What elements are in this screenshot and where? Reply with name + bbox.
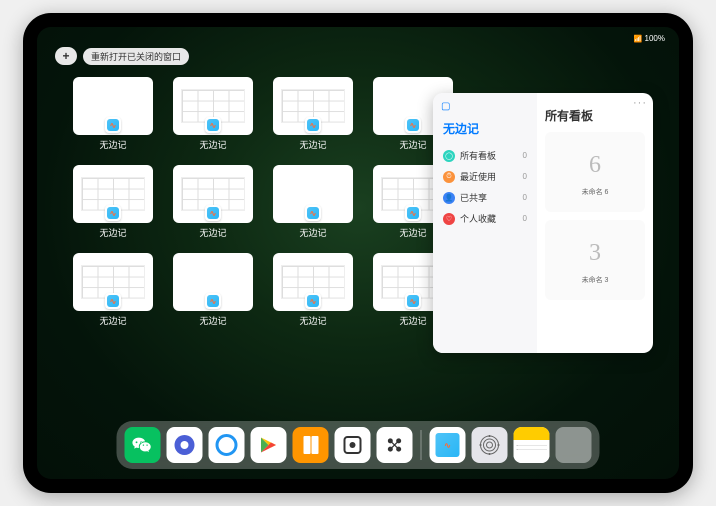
status-bar: 📶 100%	[37, 31, 679, 45]
dock-dots-icon[interactable]	[377, 427, 413, 463]
red-icon: ♡	[443, 213, 455, 225]
freeform-app-icon	[105, 117, 121, 133]
thumb-label: 无边记	[99, 226, 126, 239]
freeform-app-icon	[105, 293, 121, 309]
dock-quark-icon[interactable]	[167, 427, 203, 463]
sidebar-item[interactable]: ◯ 所有看板 0	[441, 145, 529, 166]
thumb-label: 无边记	[399, 226, 426, 239]
thumb-label: 无边记	[399, 138, 426, 151]
orange-icon: ⏱	[443, 171, 455, 183]
freeform-app-icon	[105, 205, 121, 221]
more-icon[interactable]: ···	[633, 97, 647, 109]
window-thumb[interactable]: 无边记	[173, 77, 253, 151]
freeform-app-icon	[305, 117, 321, 133]
thumb-label: 无边记	[99, 314, 126, 327]
sidebar-item-label: 所有看板	[460, 149, 496, 162]
sidebar-item-count: 0	[523, 172, 527, 181]
teal-icon: ◯	[443, 150, 455, 162]
board-name: 未命名 3	[582, 275, 609, 285]
dock	[117, 421, 600, 469]
freeform-main-window[interactable]: ▢ 无边记 ◯ 所有看板 0 ⏱ 最近使用 0 👤 已共享 0 ♡ 个人收藏 0 ··· 所有看板 6…	[433, 93, 653, 353]
thumb-preview	[73, 253, 153, 311]
window-thumb[interactable]: 无边记	[73, 77, 153, 151]
thumb-label: 无边记	[199, 138, 226, 151]
sidebar: ▢ 无边记 ◯ 所有看板 0 ⏱ 最近使用 0 👤 已共享 0 ♡ 个人收藏 0	[433, 93, 537, 353]
dock-separator	[421, 430, 422, 460]
sidebar-item-label: 个人收藏	[460, 212, 496, 225]
thumb-label: 无边记	[199, 314, 226, 327]
dock-play-icon[interactable]	[251, 427, 287, 463]
thumb-preview	[73, 77, 153, 135]
sidebar-item[interactable]: ⏱ 最近使用 0	[441, 166, 529, 187]
screen: 📶 100% + 重新打开已关闭的窗口 无边记无边记无边记无边记无边记无边记无边…	[37, 27, 679, 479]
window-thumb[interactable]: 无边记	[173, 165, 253, 239]
freeform-app-icon	[305, 293, 321, 309]
window-thumb[interactable]: 无边记	[273, 165, 353, 239]
sidebar-item[interactable]: 👤 已共享 0	[441, 187, 529, 208]
dock-freeform-icon[interactable]	[430, 427, 466, 463]
sidebar-item[interactable]: ♡ 个人收藏 0	[441, 208, 529, 229]
reopen-closed-window-button[interactable]: 重新打开已关闭的窗口	[83, 48, 189, 65]
freeform-app-icon	[205, 293, 221, 309]
thumb-preview	[173, 165, 253, 223]
dock-settings-icon[interactable]	[472, 427, 508, 463]
thumb-preview	[173, 77, 253, 135]
sidebar-toggle-icon[interactable]: ▢	[441, 101, 529, 112]
thumb-label: 无边记	[199, 226, 226, 239]
board-sketch: 3	[577, 235, 613, 271]
thumb-label: 无边记	[299, 138, 326, 151]
window-thumb[interactable]: 无边记	[273, 77, 353, 151]
sidebar-title: 无边记	[443, 120, 529, 137]
freeform-app-icon	[205, 117, 221, 133]
sidebar-item-count: 0	[523, 151, 527, 160]
dock-qqbrowser-icon[interactable]	[209, 427, 245, 463]
freeform-app-icon	[405, 117, 421, 133]
thumb-preview	[173, 253, 253, 311]
sidebar-item-label: 已共享	[460, 191, 487, 204]
freeform-app-icon	[405, 293, 421, 309]
board-card[interactable]: 3 未命名 3	[545, 220, 645, 300]
thumb-label: 无边记	[299, 314, 326, 327]
status-battery: 📶 100%	[634, 34, 665, 43]
dock-wechat-icon[interactable]	[125, 427, 161, 463]
window-thumb[interactable]: 无边记	[73, 165, 153, 239]
new-window-button[interactable]: +	[55, 47, 77, 65]
thumb-preview	[273, 165, 353, 223]
dock-app-folder[interactable]	[556, 427, 592, 463]
ipad-frame: 📶 100% + 重新打开已关闭的窗口 无边记无边记无边记无边记无边记无边记无边…	[23, 13, 693, 493]
thumb-preview	[73, 165, 153, 223]
main-title: 所有看板	[545, 107, 645, 124]
thumb-preview	[273, 77, 353, 135]
window-thumb[interactable]: 无边记	[73, 253, 153, 327]
thumb-label: 无边记	[399, 314, 426, 327]
freeform-app-icon	[205, 205, 221, 221]
thumb-label: 无边记	[299, 226, 326, 239]
thumb-preview	[273, 253, 353, 311]
dock-books-icon[interactable]	[293, 427, 329, 463]
dock-camera-obscura-icon[interactable]	[335, 427, 371, 463]
board-card[interactable]: 6 未命名 6	[545, 132, 645, 212]
dock-notes-icon[interactable]	[514, 427, 550, 463]
main-panel: ··· 所有看板 6 未命名 6 3 未命名 3	[537, 93, 653, 353]
window-thumb[interactable]: 无边记	[173, 253, 253, 327]
freeform-app-icon	[305, 205, 321, 221]
sidebar-item-count: 0	[523, 214, 527, 223]
board-sketch: 6	[577, 147, 613, 183]
blue-icon: 👤	[443, 192, 455, 204]
freeform-app-icon	[405, 205, 421, 221]
sidebar-item-label: 最近使用	[460, 170, 496, 183]
window-thumb[interactable]: 无边记	[273, 253, 353, 327]
board-name: 未命名 6	[582, 187, 609, 197]
stage-controls: + 重新打开已关闭的窗口	[55, 47, 189, 65]
thumb-label: 无边记	[99, 138, 126, 151]
windows-grid: 无边记无边记无边记无边记无边记无边记无边记无边记无边记无边记无边记无边记	[73, 77, 453, 327]
sidebar-item-count: 0	[523, 193, 527, 202]
